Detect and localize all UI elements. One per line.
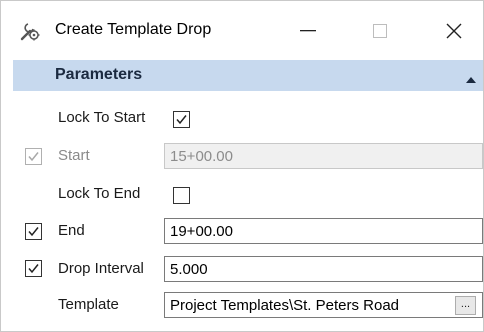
close-icon — [446, 23, 462, 39]
lock-to-end-row: Lock To End — [1, 179, 483, 211]
drop-interval-label: Drop Interval — [58, 260, 144, 277]
template-row: Template Project Templates\St. Peters Ro… — [1, 291, 483, 323]
checkmark-icon — [28, 264, 39, 274]
template-field[interactable]: Project Templates\St. Peters Road — [164, 292, 483, 318]
drop-interval-row: Drop Interval 5.000 — [1, 255, 483, 287]
wrench-gear-icon — [19, 20, 41, 42]
end-checkbox[interactable] — [25, 223, 42, 240]
checkmark-icon — [176, 115, 187, 125]
drop-interval-field[interactable]: 5.000 — [164, 256, 483, 282]
start-checkbox — [25, 148, 42, 165]
chevron-up-icon[interactable] — [465, 71, 477, 83]
template-value: Project Templates\St. Peters Road — [170, 297, 399, 314]
checkmark-icon — [28, 152, 39, 162]
drop-interval-checkbox[interactable] — [25, 260, 42, 277]
lock-to-start-label: Lock To Start — [58, 109, 146, 126]
maximize-button[interactable] — [357, 11, 403, 51]
lock-to-end-label: Lock To End — [58, 185, 141, 202]
start-field: 15+00.00 — [164, 143, 483, 169]
end-field[interactable]: 19+00.00 — [164, 218, 483, 244]
close-button[interactable] — [431, 11, 477, 51]
maximize-icon — [373, 24, 387, 38]
lock-to-end-checkbox[interactable] — [173, 187, 190, 204]
checkmark-icon — [28, 227, 39, 237]
start-row: Start 15+00.00 — [1, 141, 483, 173]
lock-to-start-row: Lock To Start — [1, 103, 483, 135]
start-label: Start — [58, 147, 90, 164]
minimize-button[interactable] — [285, 11, 331, 51]
lock-to-start-checkbox[interactable] — [173, 111, 190, 128]
title-bar: Create Template Drop — [1, 1, 483, 59]
create-template-drop-dialog: Create Template Drop Parameters Lock To … — [0, 0, 484, 332]
minimize-icon — [300, 30, 316, 32]
end-row: End 19+00.00 — [1, 216, 483, 248]
window-title: Create Template Drop — [55, 21, 212, 38]
template-browse-button[interactable]: ... — [455, 296, 476, 315]
end-label: End — [58, 222, 85, 239]
template-label: Template — [58, 296, 119, 313]
parameters-section-header[interactable]: Parameters — [13, 60, 483, 91]
section-title: Parameters — [55, 66, 143, 83]
